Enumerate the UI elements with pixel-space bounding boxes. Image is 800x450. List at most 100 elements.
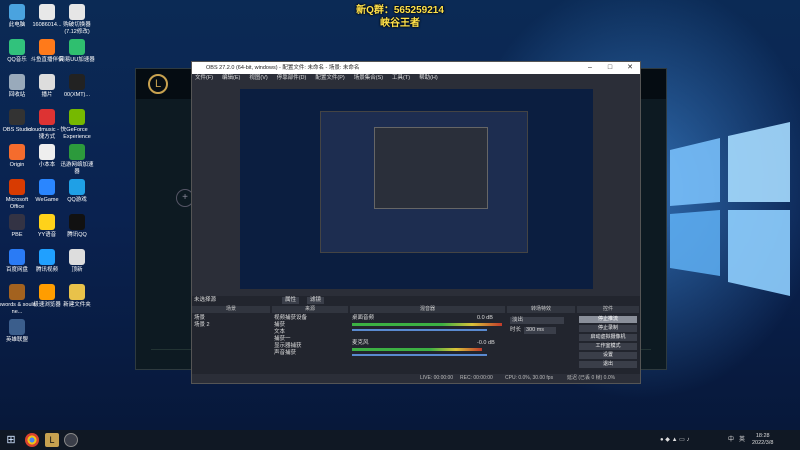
exit-button[interactable]: 退出 [579, 361, 637, 368]
desktop-icon[interactable]: 迅游网络加速器 [58, 144, 96, 175]
mixer-desktop-meter [352, 323, 502, 326]
properties-button[interactable]: 属性 [282, 297, 300, 304]
desktop-icon-label: 网易UU加速器 [59, 57, 95, 63]
mixer-header: 混音器 [350, 306, 505, 313]
app-icon [69, 109, 85, 125]
desktop-icon-label: 小本本 [38, 162, 56, 168]
chrome-icon[interactable] [25, 433, 39, 447]
stop-streaming-button[interactable]: 停止推流 [579, 316, 637, 323]
app-icon [39, 214, 55, 230]
obs-menubar: 文件(F) 编辑(E) 视图(V) 停靠部件(D) 配置文件(P) 场景集合(S) 工具(T… [192, 74, 640, 83]
mixer-desktop-db: 0.0 dB [477, 315, 493, 321]
source-item[interactable]: 显示器捕获 [274, 343, 302, 350]
desktop-icon-label: 英雄联盟 [5, 337, 28, 343]
source-item[interactable]: 视频捕获设备 [274, 315, 307, 322]
duration-input[interactable]: 300 ms [524, 327, 556, 334]
app-icon [9, 109, 25, 125]
obs-window[interactable]: OBS 27.2.0 (64-bit, windows) - 配置文件: 未命名… [191, 61, 641, 384]
desktop-icon-label: 回收站 [8, 92, 26, 98]
desktop-icon-label: Origin [9, 162, 25, 168]
desktop-icon[interactable]: GeForce Experience [58, 109, 96, 140]
desktop-icon-label: 极速浏览器 [33, 302, 61, 308]
filters-button[interactable]: 滤镜 [307, 297, 325, 304]
menu-item[interactable]: 视图(V) [249, 75, 267, 81]
desktop-icon[interactable]: 英雄联盟 [0, 319, 36, 344]
desktop-icon-label: 顶新 [71, 267, 83, 273]
menu-item[interactable]: 停靠部件(D) [277, 75, 307, 81]
desktop-icon[interactable]: 网易UU加速器 [58, 39, 96, 64]
menu-item[interactable]: 场景集合(S) [354, 75, 383, 81]
app-icon [39, 249, 55, 265]
app-icon [39, 179, 55, 195]
app-icon [69, 284, 85, 300]
preview-nested-obs [320, 111, 528, 253]
app-icon [39, 144, 55, 160]
menu-item[interactable]: 文件(F) [195, 75, 213, 81]
maximize-icon[interactable]: □ [600, 62, 620, 74]
app-icon [69, 39, 85, 55]
windows-logo-icon [670, 122, 790, 296]
app-icon [69, 144, 85, 160]
desktop-icon[interactable]: 新建文件夹 [58, 284, 96, 309]
app-icon [69, 74, 85, 90]
no-source-label: 未选择源 [194, 297, 217, 303]
dropped-frames-status: 延迟 (已丢 0 帧) 0.0% [567, 375, 616, 381]
obs-statusbar: LIVE: 00:00:00 REC: 00:00:00 CPU: 0.0%, … [192, 374, 640, 383]
cpu-status: CPU: 0.0%, 30.00 fps [505, 375, 554, 381]
obs-preview[interactable] [240, 89, 593, 289]
mixer-mic-meter [352, 348, 482, 351]
stop-recording-button[interactable]: 停止录制 [579, 325, 637, 332]
app-icon [69, 249, 85, 265]
desktop-icon[interactable]: 00(XMT)... [58, 74, 96, 99]
desktop-icon-label: WeGame [35, 197, 59, 203]
system-clock[interactable]: 18:28 2022/3/8 [752, 433, 773, 447]
studio-mode-button[interactable]: 工作室模式 [579, 343, 637, 350]
lang-indicator[interactable]: 英 [739, 430, 745, 450]
scenes-header: 场景 [192, 306, 270, 313]
obs-titlebar[interactable]: OBS 27.2.0 (64-bit, windows) - 配置文件: 未命名… [192, 62, 640, 74]
mixer-mic-db: -0.0 dB [477, 340, 495, 346]
desktop-icon[interactable]: 腾讯QQ [58, 214, 96, 239]
menu-item[interactable]: 编辑(E) [222, 75, 240, 81]
desktop-icon-label: 播片 [41, 92, 53, 98]
mixer-mic-slider[interactable] [352, 354, 487, 356]
settings-button[interactable]: 设置 [579, 352, 637, 359]
mixer-desktop-slider[interactable] [352, 329, 487, 331]
obs-title-text: OBS 27.2.0 (64-bit, windows) - 配置文件: 未命名… [206, 65, 360, 71]
desktop-icon-label: 腾讯QQ [67, 232, 87, 238]
desktop-icon[interactable]: QQ游戏 [58, 179, 96, 204]
ime-indicator[interactable]: 中 [728, 430, 734, 450]
source-item[interactable]: 声音捕获 [274, 350, 296, 357]
menu-item[interactable]: 工具(T) [392, 75, 410, 81]
desktop-icon-label: QQ音乐 [7, 57, 27, 63]
source-item[interactable]: 捕获一 [274, 336, 291, 343]
source-item[interactable]: 文本 [274, 329, 285, 336]
scene-item[interactable]: 场景 2 [194, 322, 210, 329]
desktop-icon-label: 00(XMT)... [64, 92, 90, 98]
desktop-icon-label: Microsoft Office [5, 197, 29, 210]
app-icon [9, 284, 25, 300]
desktop-icon-label: 迅游网络加速器 [60, 162, 94, 175]
menu-item[interactable]: 配置文件(P) [315, 75, 344, 81]
desktop-icon[interactable]: 顶新 [58, 249, 96, 274]
clock-time: 18:28 [755, 433, 770, 439]
source-item[interactable]: 捕获 [274, 322, 285, 329]
close-icon[interactable]: ✕ [620, 62, 640, 74]
start-icon[interactable]: ⊞ [4, 433, 18, 447]
virtual-camera-button[interactable]: 启动虚拟摄像机 [579, 334, 637, 341]
minimize-icon[interactable]: – [580, 62, 600, 74]
transition-select[interactable]: 淡出 [510, 317, 564, 324]
tray-icons[interactable]: ● ◆ ▲ ▭ ♪ [660, 430, 690, 450]
lol-logo-icon: L [148, 74, 168, 94]
obs-taskbar-icon[interactable] [64, 433, 78, 447]
menu-item[interactable]: 帮助(H) [419, 75, 438, 81]
lol-taskbar-icon[interactable]: L [45, 433, 59, 447]
app-icon [9, 249, 25, 265]
mixer-mic-label: 麦克风 [352, 340, 369, 346]
obs-dock-panels: 未选择源 属性 滤镜 场景 来源 混音器 转场特效 控件 场景 场景 2 视频捕… [192, 296, 640, 383]
app-icon [9, 39, 25, 55]
scene-item[interactable]: 场景 [194, 315, 205, 322]
app-icon [39, 109, 55, 125]
rec-status: REC: 00:00:00 [460, 375, 493, 381]
controls-header: 控件 [577, 306, 639, 313]
